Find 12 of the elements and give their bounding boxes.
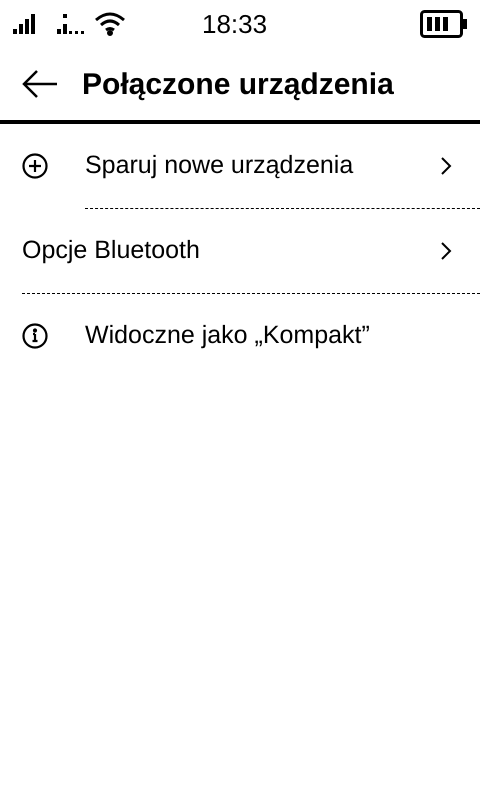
item-label: Widoczne jako „Kompakt” — [85, 320, 370, 352]
clock-time: 18:33 — [202, 8, 268, 40]
wifi-icon — [94, 12, 126, 36]
back-arrow-icon — [21, 69, 59, 99]
item-label: Sparuj nowe urządzenia — [85, 150, 354, 182]
plus-circle-icon — [22, 153, 48, 179]
battery-icon — [420, 10, 468, 38]
item-label: Opcje Bluetooth — [22, 235, 200, 266]
page-title: Połączone urządzenia — [82, 66, 394, 102]
info-icon — [22, 323, 48, 349]
chevron-right-icon[interactable] — [440, 156, 452, 176]
chevron-right-icon[interactable] — [440, 241, 452, 261]
